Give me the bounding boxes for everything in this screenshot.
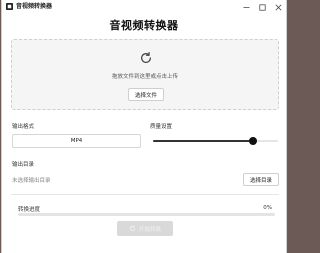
- dropzone-hint: 拖放文件到这里或点击上传: [111, 74, 178, 80]
- minimize-icon: [243, 6, 249, 8]
- maximize-button[interactable]: [256, 2, 268, 12]
- close-button[interactable]: [272, 2, 284, 12]
- maximize-icon: [258, 3, 266, 11]
- refresh-icon: [129, 225, 136, 232]
- page-title: 音视频转换器: [109, 19, 179, 32]
- app-logo-icon: [6, 3, 13, 10]
- quality-label: 质量设置: [150, 124, 173, 130]
- minimize-button[interactable]: [240, 2, 252, 12]
- choose-directory-button[interactable]: 选择目录: [243, 173, 279, 186]
- divider: [11, 194, 279, 195]
- start-button-label: 开始转换: [138, 226, 161, 233]
- quality-slider-fill: [153, 140, 253, 142]
- close-icon: [275, 4, 281, 10]
- title-bar: 音视频转换器: [2, 0, 286, 14]
- quality-slider-thumb[interactable]: [249, 137, 257, 145]
- progress-bar: [18, 213, 275, 216]
- file-dropzone[interactable]: 拖放文件到这里或点击上传 选择文件: [11, 39, 279, 110]
- format-select[interactable]: MP4: [12, 134, 141, 148]
- output-dir-label: 输出目录: [12, 162, 35, 168]
- progress-label: 转换进度: [18, 207, 41, 213]
- start-conversion-button[interactable]: 开始转换: [117, 221, 173, 236]
- window-title: 音视频转换器: [16, 3, 53, 10]
- quality-slider[interactable]: [153, 137, 278, 145]
- output-dir-status: 未选择输出目录: [12, 178, 51, 184]
- progress-percent: 0%: [263, 205, 272, 211]
- choose-file-button[interactable]: 选择文件: [128, 88, 164, 101]
- format-label: 输出格式: [12, 124, 35, 130]
- app-window: 音视频转换器 音视频转换器 拖放文件到这里或点击上传 选择文件 输出格式 MP4: [1, 0, 287, 253]
- refresh-icon: [141, 51, 151, 64]
